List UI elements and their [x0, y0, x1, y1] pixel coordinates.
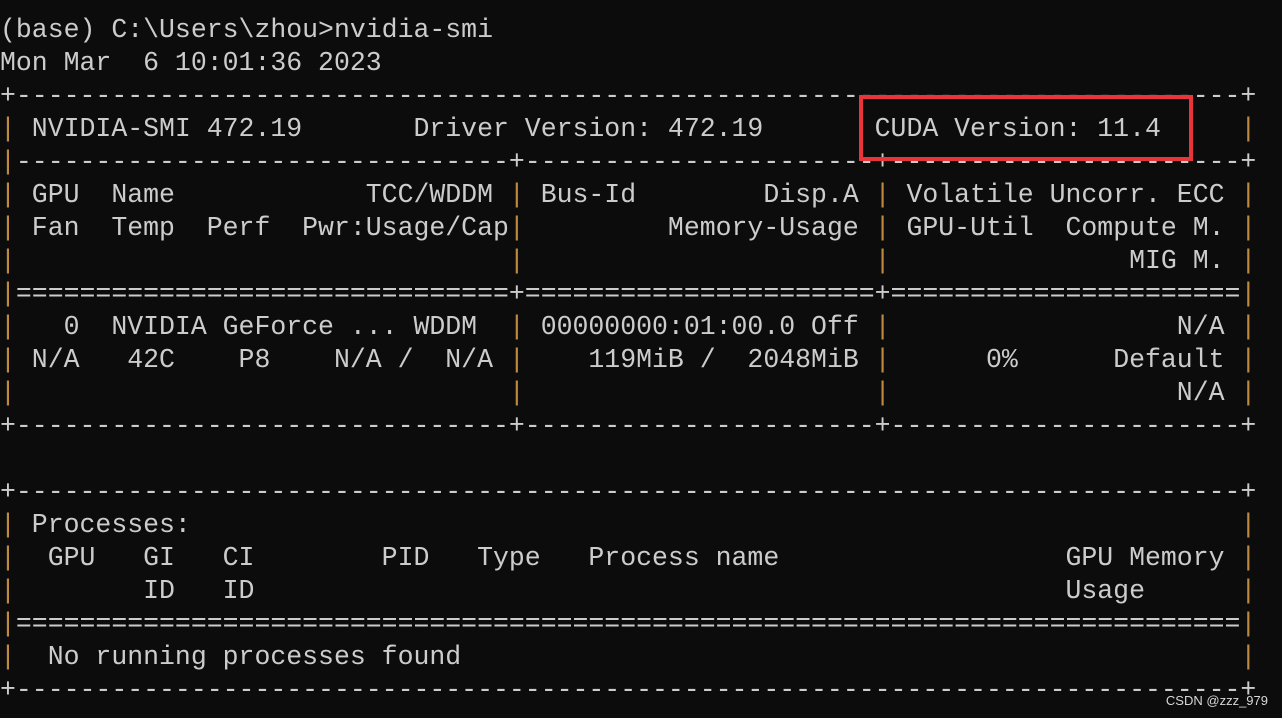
cuda-version-highlight-box: [859, 95, 1193, 161]
terminal-line: | GPU GI CI PID Type Process name GPU Me…: [0, 542, 1257, 573]
terminal-line: | ID ID Usage |: [0, 575, 1257, 606]
terminal-line: | Processes: |: [0, 509, 1257, 540]
table-border: |: [0, 377, 16, 408]
table-border: |: [0, 509, 16, 540]
terminal-line: | | | MIG M. |: [0, 245, 1257, 276]
terminal-line: Mon Mar 6 10:01:36 2023: [0, 47, 382, 78]
terminal-line: (base) C:\Users\zhou>nvidia-smi: [0, 14, 493, 45]
table-border: |: [0, 179, 16, 210]
table-border: |: [508, 344, 525, 375]
terminal-line: +---------------------------------------…: [0, 476, 1257, 507]
table-border: |: [0, 113, 16, 144]
table-border: |: [874, 212, 891, 243]
table-border: |: [1240, 278, 1257, 309]
table-border: |: [1240, 542, 1257, 573]
table-border: |: [508, 377, 525, 408]
watermark: CSDN @zzz_979: [1165, 693, 1268, 708]
terminal-line: | No running processes found |: [0, 641, 1257, 672]
table-border: |: [508, 311, 525, 342]
terminal-line: +-------------------------------+-------…: [0, 410, 1257, 441]
table-border: |: [0, 575, 16, 606]
table-border: |: [1240, 641, 1257, 672]
table-border: |: [0, 311, 16, 342]
table-border: |: [1240, 344, 1257, 375]
table-border: |: [1240, 608, 1257, 639]
terminal-line: | 0 NVIDIA GeForce ... WDDM | 00000000:0…: [0, 311, 1257, 342]
terminal-line: | GPU Name TCC/WDDM | Bus-Id Disp.A | Vo…: [0, 179, 1257, 210]
table-border: |: [1240, 509, 1257, 540]
table-border: |: [0, 278, 16, 309]
table-border: |: [0, 641, 16, 672]
table-border: |: [874, 311, 891, 342]
table-border: |: [874, 344, 891, 375]
table-border: |: [0, 212, 16, 243]
table-border: |: [874, 179, 891, 210]
table-border: |: [0, 245, 16, 276]
table-border: |: [874, 245, 891, 276]
table-border: |: [508, 179, 525, 210]
table-border: |: [874, 377, 891, 408]
table-border: |: [508, 212, 525, 243]
table-border: |: [1240, 179, 1257, 210]
table-border: |: [1240, 245, 1257, 276]
table-border: |: [1240, 212, 1257, 243]
terminal-line: | Fan Temp Perf Pwr:Usage/Cap| Memory-Us…: [0, 212, 1257, 243]
terminal-line: |=======================================…: [0, 608, 1257, 639]
table-border: |: [1240, 113, 1257, 144]
table-border: |: [1240, 377, 1257, 408]
terminal-line: +---------------------------------------…: [0, 674, 1257, 705]
table-border: |: [0, 344, 16, 375]
table-border: |: [1240, 311, 1257, 342]
table-border: |: [0, 146, 16, 177]
terminal-line: | | | N/A |: [0, 377, 1257, 408]
table-border: |: [0, 608, 16, 639]
table-border: |: [0, 542, 16, 573]
table-border: |: [508, 245, 525, 276]
table-border: |: [1240, 575, 1257, 606]
terminal-line: |===============================+=======…: [0, 278, 1257, 309]
terminal-line: | N/A 42C P8 N/A / N/A | 119MiB / 2048Mi…: [0, 344, 1257, 375]
